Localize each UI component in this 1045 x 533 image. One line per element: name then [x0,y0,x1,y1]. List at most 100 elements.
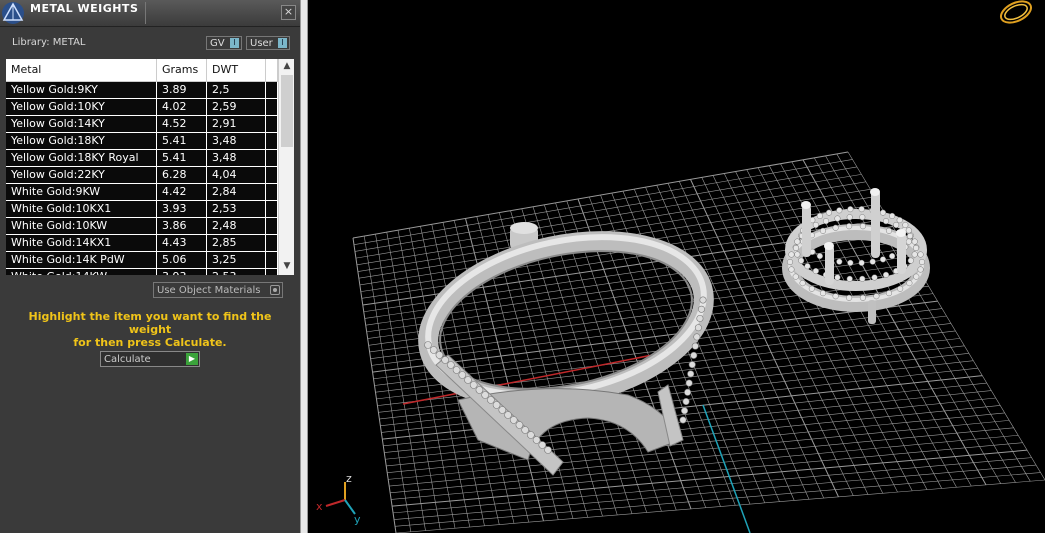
grid-line [394,472,1041,527]
table-row[interactable]: Yellow Gold:18KY 5.41 3,48 [6,133,278,150]
use-object-materials-toggle[interactable]: Use Object Materials [153,282,283,298]
axis-gizmo: z x y [316,472,361,526]
table-row[interactable]: Yellow Gold:14KY 4.52 2,91 [6,116,278,133]
grid-line [394,464,1037,520]
cell-grams: 6.28 [157,167,207,183]
bead [832,293,839,300]
table-row[interactable]: Yellow Gold:18KY Royal 5.41 3,48 [6,150,278,167]
cell-metal: White Gold:10KX1 [6,201,157,217]
table-row[interactable]: Yellow Gold:10KY 4.02 2,59 [6,99,278,116]
user-toggle[interactable]: User I [246,36,290,50]
bead [871,274,878,281]
cell-extra [266,201,278,217]
gv-toggle[interactable]: GV I [206,36,242,50]
bead [481,391,489,399]
bead [911,251,918,258]
panel-splitter[interactable] [300,0,308,533]
radio-indicator-icon [270,285,280,295]
bead [693,333,701,341]
close-icon: × [283,5,294,18]
bead [687,370,695,378]
cell-extra [266,167,278,183]
cell-dwt: 3,48 [207,150,266,166]
cell-metal: Yellow Gold:9KY [6,82,157,98]
axis-x-label: x [316,500,323,513]
bead [836,207,843,214]
column-header-metal[interactable]: Metal [6,59,157,81]
cell-grams: 5.06 [157,252,207,268]
cell-extra [266,133,278,149]
close-button[interactable]: × [281,5,296,20]
pyramid-logo-icon [1,1,25,25]
bead [487,396,495,404]
scroll-down-icon[interactable]: ▼ [279,259,294,273]
table-scrollbar[interactable]: ▲ ▼ [278,59,294,275]
ring-model[interactable] [413,214,718,476]
bead [825,209,833,216]
cell-metal: Yellow Gold:10KY [6,99,157,115]
bead [792,244,800,252]
cell-grams: 4.02 [157,99,207,115]
user-toggle-indicator: I [278,38,287,48]
scroll-thumb[interactable] [281,75,293,147]
bead [441,356,449,364]
cell-dwt: 2,59 [207,99,266,115]
bead [834,274,841,281]
bead [873,293,880,300]
cell-metal: White Gold:14KW [6,269,157,275]
bead [905,227,912,234]
bead [521,426,529,434]
instruction-line-2: for then press Calculate. [73,336,227,349]
table-row[interactable]: Yellow Gold:9KY 3.89 2,5 [6,82,278,99]
bead [792,273,799,280]
grid-line [391,442,1023,500]
scroll-up-icon[interactable]: ▲ [279,59,294,73]
bead [684,388,692,396]
3d-viewport[interactable]: z x y [308,0,1045,533]
table-row[interactable]: White Gold:14KW3.932,53 [6,269,278,275]
table-row[interactable]: White Gold:10KX1 3.93 2,53 [6,201,278,218]
bead [882,271,890,278]
table-row[interactable]: White Gold:14KX1 4.43 2,85 [6,235,278,252]
cell-extra [266,150,278,166]
cell-grams: 5.41 [157,150,207,166]
table-row[interactable]: White Gold:14K PdW 5.06 3,25 [6,252,278,269]
cell-dwt: 2,48 [207,218,266,234]
table-row[interactable]: Yellow Gold:22KY 6.28 4,04 [6,167,278,184]
cell-dwt: 4,04 [207,167,266,183]
calculate-label: Calculate [104,354,151,365]
bead [846,214,853,221]
bead [885,290,893,297]
bead [532,436,541,444]
bead [847,206,854,213]
view-orbit-icon[interactable] [998,0,1035,27]
grid-line [393,457,1032,514]
bead [859,214,866,221]
bead [788,266,795,273]
cell-grams: 3.93 [157,269,207,275]
bead [509,416,518,424]
calculate-button[interactable]: Calculate ▶ [100,351,200,367]
axis-z-label: z [346,472,352,485]
column-header-dwt[interactable]: DWT [207,59,266,81]
gv-toggle-label: GV [210,38,225,49]
cell-grams: 4.43 [157,235,207,251]
window-title: METAL WEIGHTS [30,2,139,15]
instruction-line-1: Highlight the item you want to find the … [28,310,272,336]
column-header-grams[interactable]: Grams [157,59,207,81]
bead [504,411,512,419]
bead [798,257,805,264]
bead [685,379,693,387]
cell-extra [266,184,278,200]
bead [897,285,904,292]
bead [688,361,696,369]
bead [819,290,827,297]
cell-metal: Yellow Gold:18KY Royal [6,150,157,166]
bead [885,227,893,234]
table-row[interactable]: White Gold:10KW 3.86 2,48 [6,218,278,235]
bead [679,416,687,424]
user-toggle-label: User [250,38,273,49]
bead [696,314,704,322]
cell-metal: White Gold:14K PdW [6,252,157,268]
table-row[interactable]: White Gold:9KW 4.42 2,84 [6,184,278,201]
